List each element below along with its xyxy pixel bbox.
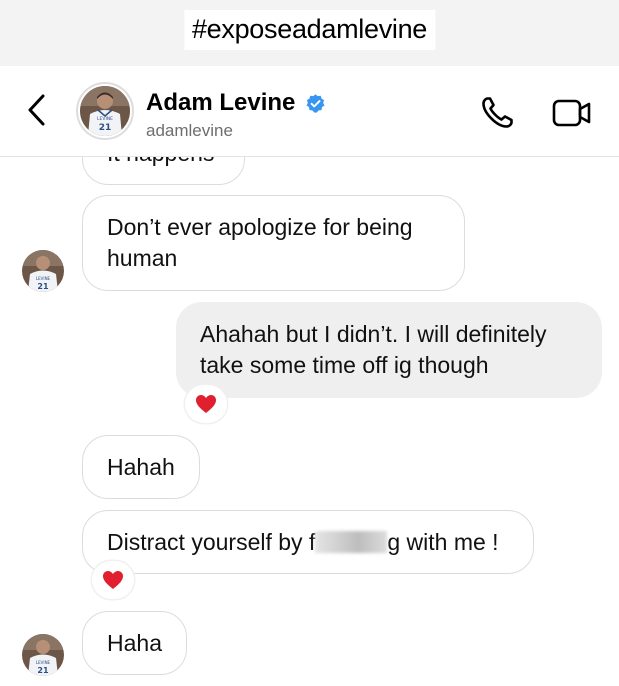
svg-text:LEVINE: LEVINE	[36, 276, 51, 281]
message-text-line: human	[107, 245, 178, 271]
avatar-photo: LEVINE 21	[80, 86, 130, 136]
header-avatar[interactable]: LEVINE 21	[76, 82, 134, 140]
svg-text:21: 21	[99, 123, 112, 133]
dm-screenshot: #exposeadamlevine LEVINE 21 Adam Levine …	[0, 0, 619, 686]
svg-text:21: 21	[37, 282, 49, 291]
hashtag-caption: #exposeadamlevine	[183, 10, 436, 50]
phone-icon[interactable]	[478, 94, 516, 132]
contact-username: adamlevine	[146, 121, 233, 140]
message-text-line: take some time off ig though	[200, 352, 489, 378]
svg-text:LEVINE: LEVINE	[97, 116, 113, 122]
svg-text:LEVINE: LEVINE	[36, 660, 51, 665]
verified-badge-icon	[306, 94, 325, 113]
message-text-line: Don’t ever apologize for being	[107, 214, 413, 240]
message-text: Hahah	[107, 454, 175, 480]
message-bubble-incoming[interactable]: Don’t ever apologize for being human	[82, 195, 465, 291]
message-thread: It happens Don’t ever apologize for bein…	[0, 157, 619, 686]
message-bubble-incoming[interactable]: Distract yourself by f g with me !	[82, 510, 534, 574]
back-icon[interactable]	[22, 92, 52, 128]
chat-header: LEVINE 21 Adam Levine adamlevine	[0, 66, 619, 157]
message-bubble-incoming[interactable]: It happens	[82, 157, 245, 185]
message-text-part: Distract yourself by f	[107, 529, 316, 555]
message-bubble-incoming[interactable]: Haha	[82, 611, 187, 675]
heart-reaction[interactable]	[185, 385, 227, 423]
video-call-icon[interactable]	[551, 96, 593, 130]
message-text: Distract yourself by f g with me !	[107, 527, 509, 558]
svg-text:21: 21	[37, 666, 49, 675]
message-text-part: g with me !	[387, 529, 499, 555]
heart-icon	[196, 395, 216, 413]
message-bubble-outgoing[interactable]: Ahahah but I didn’t. I will definitely t…	[176, 302, 602, 398]
message-text: It happens	[107, 157, 220, 169]
sender-avatar[interactable]: LEVINE 21	[22, 634, 64, 676]
heart-reaction[interactable]	[92, 561, 134, 599]
heart-icon	[103, 571, 123, 589]
redacted-text-blur	[315, 531, 388, 553]
sender-avatar[interactable]: LEVINE 21	[22, 250, 64, 292]
message-bubble-incoming[interactable]: Hahah	[82, 435, 200, 499]
caption-bar: #exposeadamlevine	[0, 0, 619, 66]
message-text-line: Ahahah but I didn’t. I will definitely	[200, 321, 547, 347]
contact-name[interactable]: Adam Levine	[146, 88, 295, 118]
message-text: Haha	[107, 630, 162, 656]
